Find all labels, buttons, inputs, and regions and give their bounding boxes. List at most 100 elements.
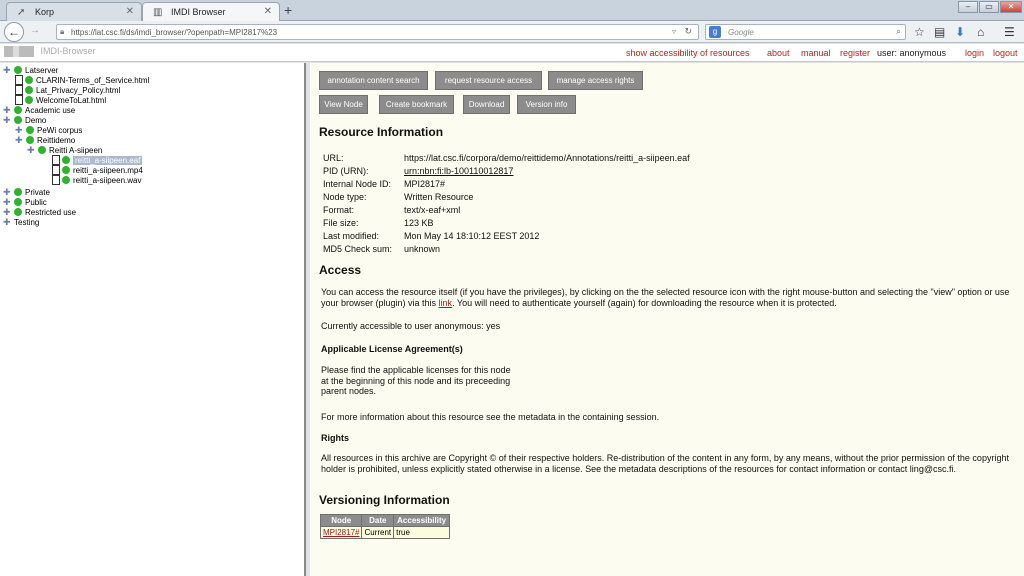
search-input[interactable]: g Google ⌕ [705,24,906,40]
tree-node-welcome[interactable]: WelcomeToLat.html [15,95,106,105]
login-link[interactable]: login [965,48,984,58]
resource-view-link[interactable]: link [439,298,453,308]
expand-icon[interactable]: ✚ [3,217,12,227]
reading-list-icon[interactable]: ▤ [934,25,945,39]
rights-heading: Rights [321,433,349,443]
home-icon[interactable]: ⌂ [977,25,984,39]
accessibility-link[interactable]: show accessibility of resources [626,48,750,58]
downloads-icon[interactable]: ⬇ [955,25,965,39]
logout-link[interactable]: logout [993,48,1018,58]
reload-icon[interactable]: ↻ [684,26,692,37]
url-dropdown-icon[interactable]: ▿ [672,27,676,36]
tree-node-mp4[interactable]: reitti_a-siipeen.mp4 [52,165,143,175]
status-dot-icon [25,86,33,94]
forward-icon[interactable]: → [30,25,40,36]
tree-node-public[interactable]: ✚ Public [3,197,47,207]
register-link[interactable]: register [840,48,870,58]
url-bar[interactable]: 🔒︎ https://lat.csc.fi/ds/imdi_browser/?o… [56,24,699,40]
search-icon[interactable]: ⌕ [896,26,901,37]
info-row-url: URL: https://lat.csc.fi/corpora/demo/reit… [323,153,690,163]
expand-icon[interactable]: ✚ [3,65,12,75]
version-node-link[interactable]: MPI2817# [323,528,359,537]
lock-icon: 🔒︎ [60,27,65,36]
manage-access-rights-button[interactable]: manage access rights [548,71,643,90]
download-button[interactable]: Download [463,95,510,114]
tree-node-reitti-a-siipeen[interactable]: ✚ Reitti A-siipeen [27,145,102,155]
brand: IMDI-Browser [4,46,96,58]
tree-node-eaf-selected[interactable]: reitti_a-siipeen.eaf [52,155,143,165]
tree-node-pewi-corpus[interactable]: ✚ PeWi corpus [15,125,82,135]
back-button-icon[interactable]: ← [4,22,24,42]
new-tab-icon[interactable]: + [284,2,292,18]
tree-node-restricted-use[interactable]: ✚ Restricted use [3,207,76,217]
video-file-icon [52,165,60,175]
manual-link[interactable]: manual [801,48,831,58]
expand-icon[interactable]: ✚ [3,105,12,115]
status-dot-icon [14,106,22,114]
expand-icon[interactable]: ✚ [15,125,24,135]
tab-korp-label: Korp [35,7,55,17]
tree-node-academic-use[interactable]: ✚ Academic use [3,105,75,115]
expand-icon[interactable]: ✚ [3,197,12,207]
user-status: user: anonymous [877,48,947,58]
annotation-content-search-button[interactable]: annotation content search [319,71,428,90]
view-node-button[interactable]: View Node [319,95,368,114]
resource-info-table: URL: https://lat.csc.fi/corpora/demo/reit… [323,152,690,256]
document-icon [52,155,60,165]
imdi-favicon-icon: ▥ [153,7,163,18]
close-window-icon[interactable]: ✕ [1000,1,1022,13]
create-bookmark-button[interactable]: Create bookmark [379,95,454,114]
bookmark-star-icon[interactable]: ☆ [914,25,925,39]
access-description: You can access the resource itself (if y… [321,287,1010,308]
browser-tabstrip: ➚ Korp ✕ ▥ IMDI Browser ✕ + – ▭ ✕ [0,0,1024,21]
info-row-node-type: Node type: Written Resource [323,192,474,202]
request-resource-access-button[interactable]: request resource access [435,71,542,90]
minimize-icon[interactable]: – [958,1,978,13]
resource-details-pane: annotation content search request resour… [310,63,1024,576]
status-dot-icon [14,208,22,216]
tree-node-private[interactable]: ✚ Private [3,187,50,197]
info-row-format: Format: text/x-eaf+xml [323,205,461,215]
tab-korp[interactable]: ➚ Korp ✕ [6,2,142,21]
tree-node-clarin-tos[interactable]: CLARIN-Terms_of_Service.html [15,75,149,85]
collapse-icon[interactable]: ✚ [15,135,24,145]
imdi-logo-icon [4,46,34,58]
status-dot-icon [14,188,22,196]
column-accessibility: Accessibility [393,514,451,527]
file-icon [15,95,23,105]
collapse-icon[interactable]: ✚ [3,115,12,125]
tree-node-testing[interactable]: ✚ Testing [3,217,39,227]
corpus-tree: ✚ Latserver CLARIN-Terms_of_Service.html … [0,63,306,576]
status-dot-icon [14,116,22,124]
info-row-file-size: File size: 123 KB [323,218,434,228]
tab-imdi-browser[interactable]: ▥ IMDI Browser ✕ [142,2,280,21]
tree-node-wav[interactable]: reitti_a-siipeen.wav [52,175,141,185]
table-row: MPI2817# Current true [319,526,451,539]
tree-node-privacy-policy[interactable]: Lat_Privacy_Policy.html [15,85,120,95]
tree-node-reittidemo[interactable]: ✚ Reittidemo [15,135,75,145]
status-dot-icon [25,76,33,84]
license-heading: Applicable License Agreement(s) [321,344,463,354]
version-info-button[interactable]: Version info [517,95,576,114]
close-tab-icon[interactable]: ✕ [264,6,272,17]
collapse-icon[interactable]: ✚ [27,145,36,155]
tree-node-demo[interactable]: ✚ Demo [3,115,46,125]
status-dot-icon [62,156,70,164]
resource-information-heading: Resource Information [319,125,444,139]
accessibility-status: Currently accessible to user anonymous: … [321,321,501,331]
tree-node-latserver[interactable]: ✚ Latserver [3,65,58,75]
info-row-last-modified: Last modified: Mon May 14 18:10:12 EEST 2… [323,231,540,241]
pid-link[interactable]: urn:nbn:fi:lb-100110012817 [404,166,513,176]
expand-icon[interactable]: ✚ [3,187,12,197]
more-info-text: For more information about this resource… [321,412,660,422]
menu-icon[interactable]: ☰ [1004,25,1015,39]
status-dot-icon [14,198,22,206]
about-link[interactable]: about [767,48,790,58]
close-tab-icon[interactable]: ✕ [126,6,134,17]
google-engine-icon[interactable]: g [709,26,721,38]
versioning-header-row: Node Date Accessibility [319,514,451,527]
status-dot-icon [26,136,34,144]
expand-icon[interactable]: ✚ [3,207,12,217]
column-node: Node [319,514,363,527]
maximize-icon[interactable]: ▭ [979,1,999,13]
